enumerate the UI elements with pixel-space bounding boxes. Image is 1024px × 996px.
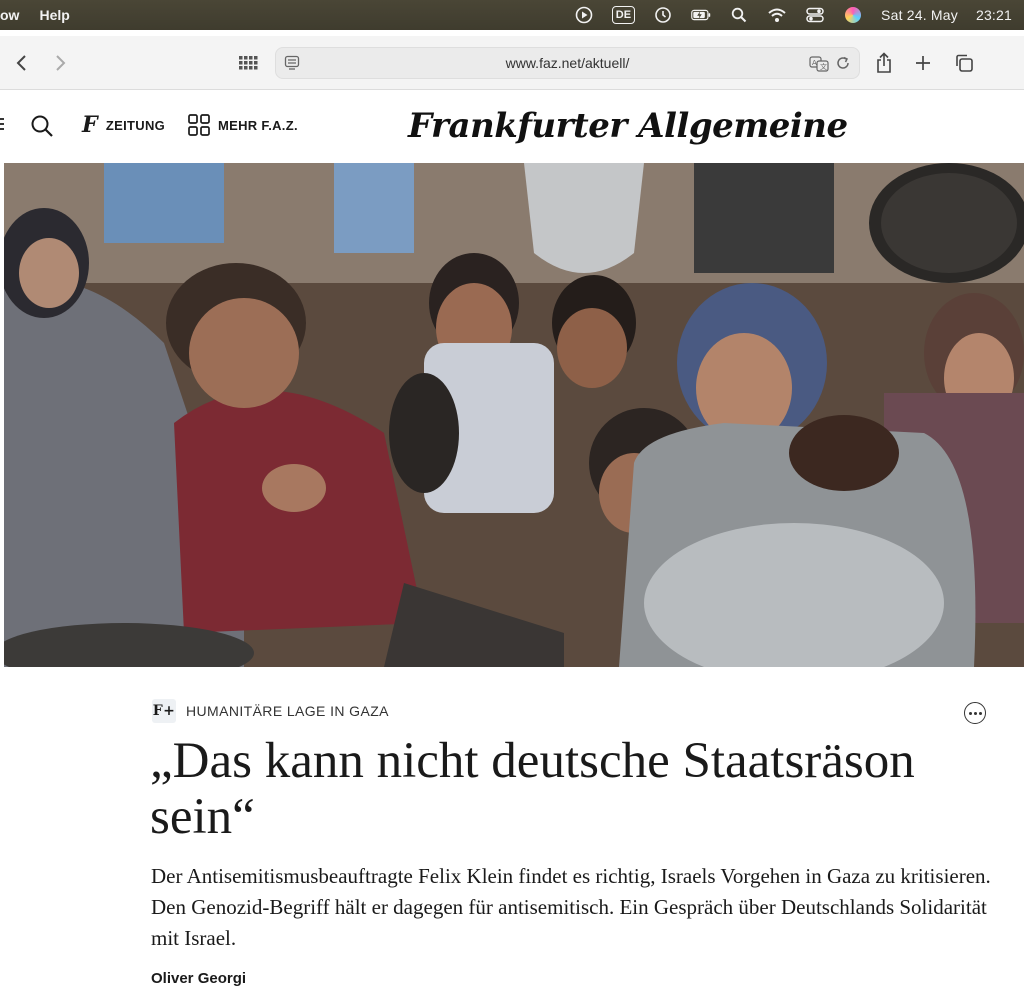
- back-icon[interactable]: [10, 51, 34, 75]
- menu-bar-time[interactable]: 23:21: [976, 7, 1012, 23]
- input-language-indicator[interactable]: DE: [611, 6, 636, 24]
- site-header: F ZEITUNG MEHR F.A.Z. Frankfurter Allgem…: [0, 92, 1024, 160]
- more-options-button[interactable]: [964, 702, 986, 724]
- address-bar[interactable]: www.faz.net/aktuell/ A文: [275, 47, 860, 79]
- time-machine-icon[interactable]: [653, 5, 673, 25]
- hamburger-menu-icon[interactable]: [0, 116, 6, 132]
- dot-icon: [978, 711, 982, 715]
- translate-icon[interactable]: A文: [809, 56, 829, 75]
- zeitung-link[interactable]: F ZEITUNG: [82, 114, 165, 136]
- tab-overview-grid-icon[interactable]: [236, 51, 260, 75]
- kicker-text: HUMANITÄRE LAGE IN GAZA: [186, 703, 389, 719]
- browser-toolbar: www.faz.net/aktuell/ A文: [0, 36, 1024, 90]
- article-kicker[interactable]: F+ HUMANITÄRE LAGE IN GAZA: [152, 699, 389, 723]
- dot-icon: [968, 711, 972, 715]
- faz-f-icon: F: [82, 112, 98, 138]
- share-icon[interactable]: [872, 51, 896, 75]
- menu-help[interactable]: Help: [39, 7, 69, 23]
- spotlight-search-icon[interactable]: [729, 5, 749, 25]
- mehr-faz-link[interactable]: MEHR F.A.Z.: [188, 114, 298, 136]
- article-author[interactable]: Oliver Georgi: [151, 970, 246, 987]
- menu-window-partial[interactable]: ow: [0, 7, 19, 23]
- hero-photo-crowd-with-pots: [4, 163, 1024, 667]
- article-headline: „Das kann nicht deutsche Staatsräson sei…: [150, 733, 915, 845]
- mehr-faz-label: MEHR F.A.Z.: [218, 117, 298, 133]
- control-center-icon[interactable]: [805, 5, 825, 25]
- siri-icon[interactable]: [843, 5, 863, 25]
- svg-text:文: 文: [820, 62, 827, 71]
- page-menu-icon[interactable]: [284, 55, 300, 74]
- menu-bar-date[interactable]: Sat 24. May: [881, 7, 958, 23]
- zeitung-label: ZEITUNG: [105, 117, 166, 133]
- article-teaser: Der Antisemitismusbeauftragte Felix Klei…: [151, 864, 991, 950]
- battery-charging-icon[interactable]: [691, 5, 711, 25]
- svg-text:A: A: [812, 59, 817, 67]
- site-search-icon[interactable]: [30, 114, 54, 138]
- wifi-icon[interactable]: [767, 5, 787, 25]
- screen-recording-icon[interactable]: [574, 5, 594, 25]
- reload-icon[interactable]: [835, 55, 851, 74]
- macos-menu-bar: ow Help DE Sat 24. May 23:21: [0, 0, 1024, 30]
- dot-icon: [973, 711, 977, 715]
- new-tab-icon[interactable]: [911, 51, 935, 75]
- tabs-overview-icon[interactable]: [952, 51, 976, 75]
- faz-logo[interactable]: Frankfurter Allgemeine: [408, 104, 848, 148]
- hero-image: [4, 163, 1024, 667]
- grid-squares-icon: [188, 114, 210, 136]
- forward-icon[interactable]: [48, 51, 72, 75]
- address-url-text[interactable]: www.faz.net/aktuell/: [506, 55, 630, 71]
- faz-plus-badge: F+: [152, 699, 176, 723]
